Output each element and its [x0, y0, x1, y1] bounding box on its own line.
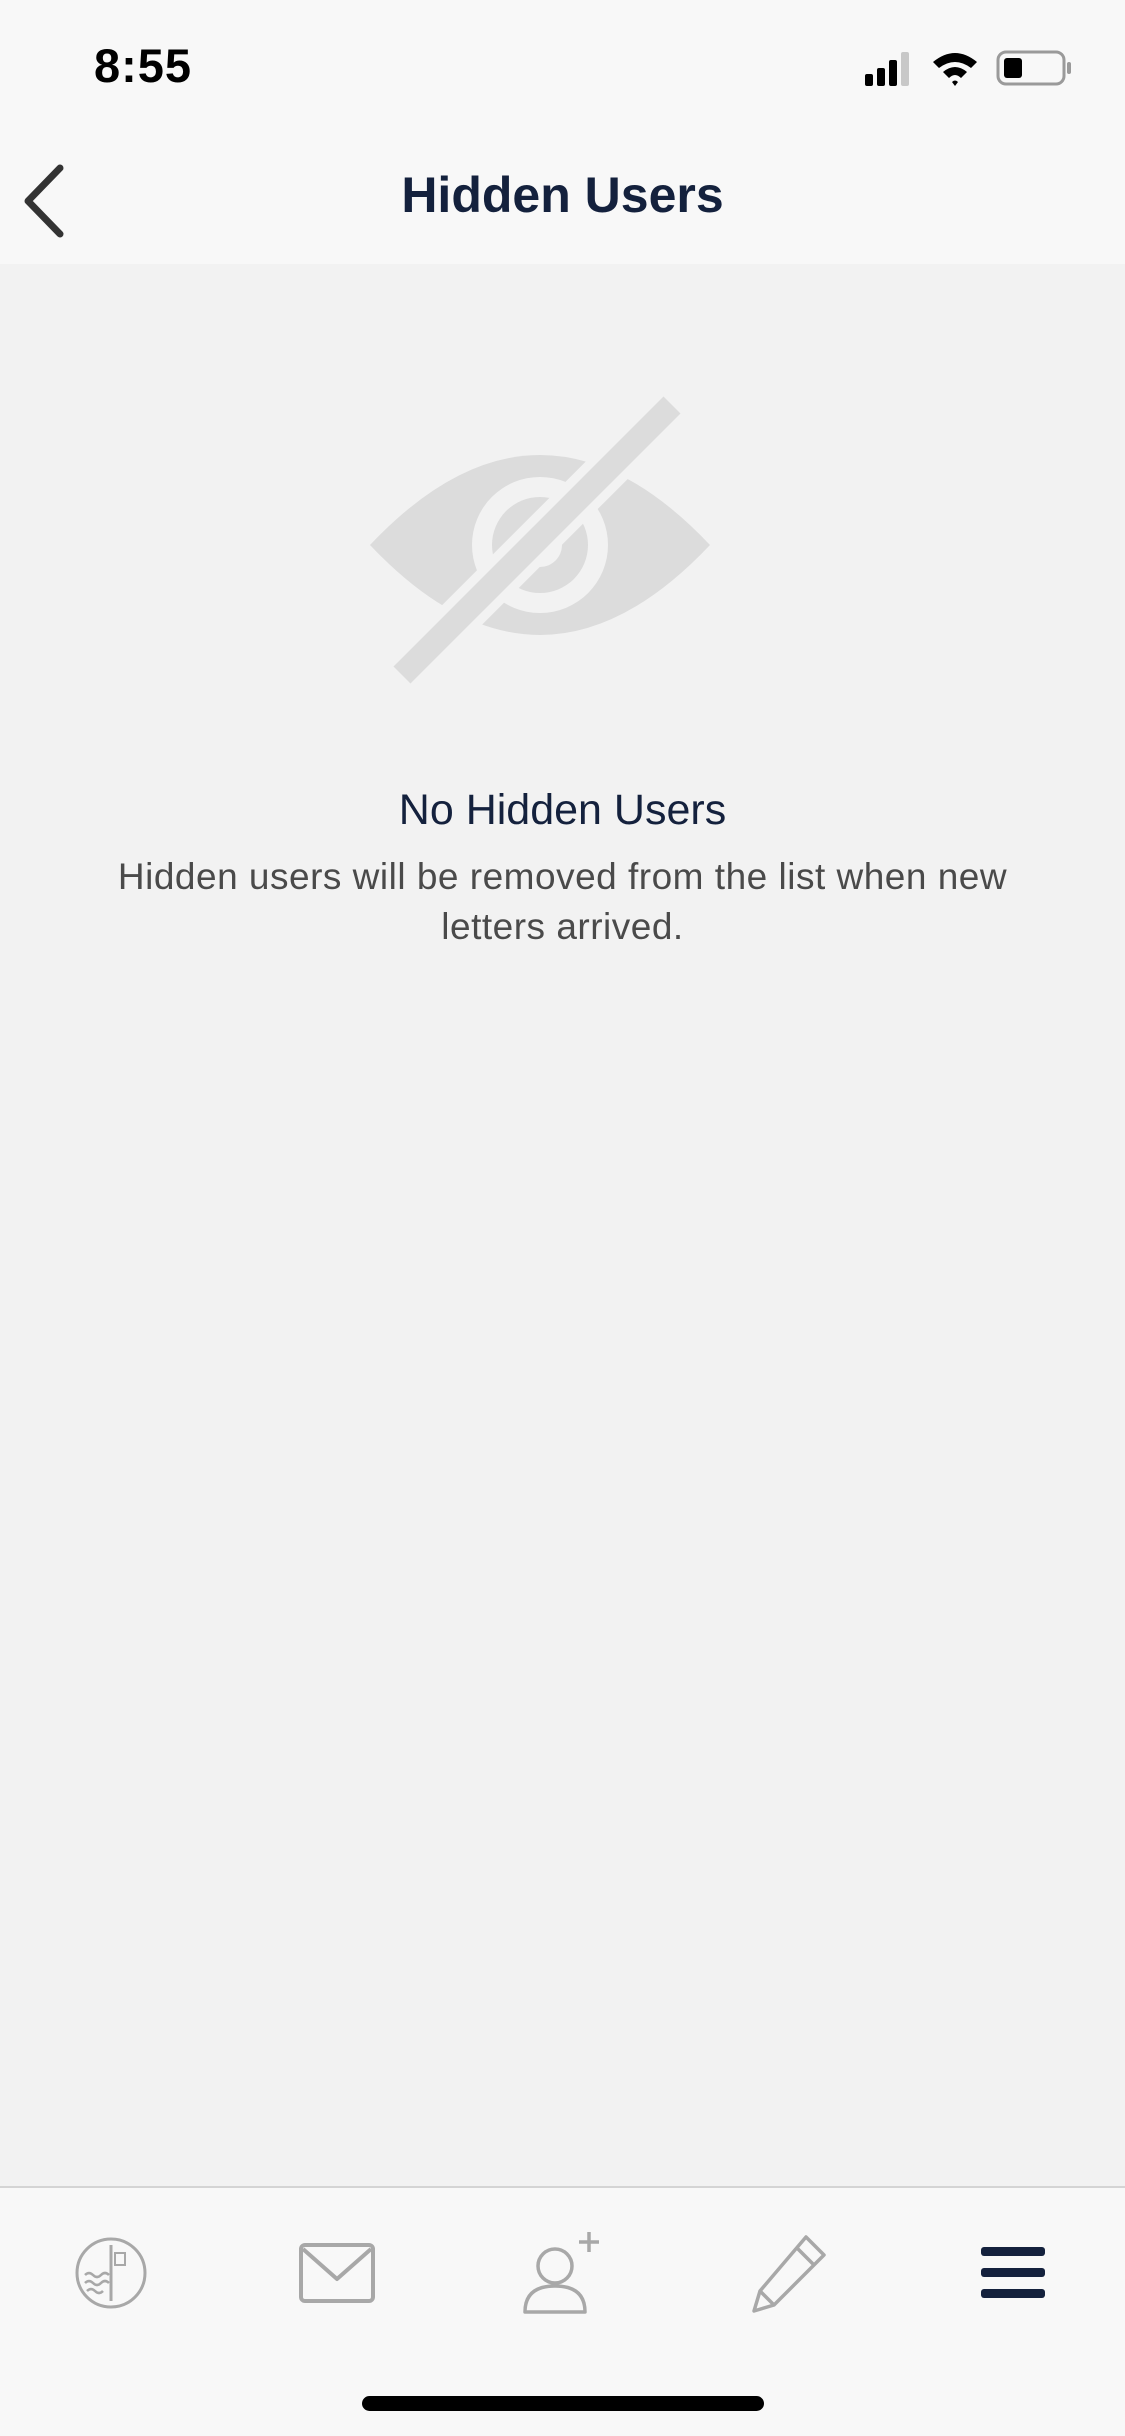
- envelope-icon: [299, 2243, 375, 2303]
- wifi-icon: [933, 53, 977, 86]
- status-icons: [865, 48, 1085, 88]
- cellular-signal-icon: [865, 52, 909, 86]
- home-indicator: [362, 2396, 764, 2411]
- status-bar: 8:55: [0, 0, 1125, 132]
- tab-menu[interactable]: [958, 2218, 1068, 2328]
- empty-state-title: No Hidden Users: [398, 786, 727, 834]
- eye-slash-icon: [360, 395, 720, 705]
- page-title: Hidden Users: [401, 167, 724, 223]
- stamp-icon: [75, 2237, 147, 2309]
- add-user-icon: [523, 2232, 599, 2314]
- navigation-bar: Hidden Users: [0, 132, 1125, 264]
- empty-state-description: Hidden users will be removed from the li…: [117, 856, 1008, 947]
- hidden-users-screen: 8:55 Hidden Users No Hidden Users Hidden…: [0, 0, 1125, 2436]
- menu-icon: [981, 2247, 1045, 2298]
- pencil-icon: [752, 2235, 826, 2313]
- status-time: 8:55: [94, 39, 193, 92]
- tab-letters[interactable]: [282, 2218, 392, 2328]
- battery-icon: [996, 50, 1071, 86]
- tab-stamp[interactable]: [56, 2218, 166, 2328]
- tab-write[interactable]: [733, 2218, 843, 2328]
- tab-add-user[interactable]: [507, 2218, 617, 2328]
